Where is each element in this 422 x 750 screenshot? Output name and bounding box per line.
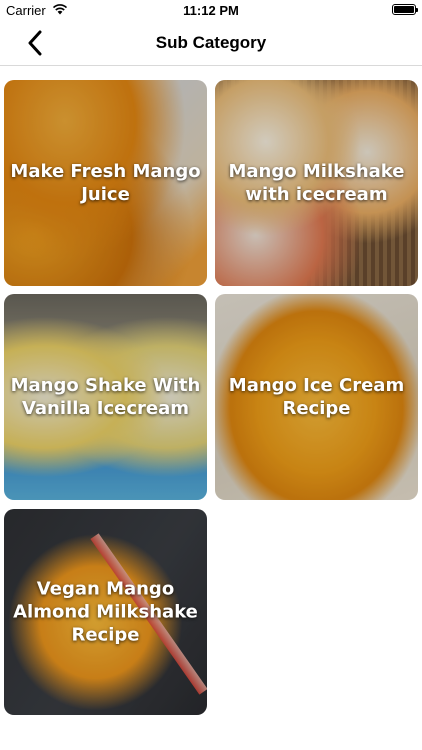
category-card-mango-milkshake-icecream[interactable]: Mango Milkshake with icecream [215,80,418,286]
page-title: Sub Category [155,33,267,52]
status-right [392,4,418,15]
battery-icon [392,4,418,15]
category-card-vegan-mango-almond[interactable]: Vegan Mango Almond Milkshake Recipe [4,509,207,715]
status-bar: Carrier 11:12 PM [0,0,422,22]
card-label: Vegan Mango Almond Milkshake Recipe [13,578,198,646]
card-label: Make Fresh Mango Juice [10,161,201,205]
card-label: Mango Shake With Vanilla Icecream [10,375,201,419]
category-card-fresh-mango-juice[interactable]: Make Fresh Mango Juice [4,80,207,286]
status-time: 11:12 PM [183,3,239,18]
category-card-mango-shake-vanilla[interactable]: Mango Shake With Vanilla Icecream [4,294,207,500]
navigation-bar: Sub Category [0,22,422,66]
card-label: Mango Ice Cream Recipe [228,375,405,419]
category-card-mango-ice-cream[interactable]: Mango Ice Cream Recipe [215,294,418,500]
card-label: Mango Milkshake with icecream [228,161,405,205]
